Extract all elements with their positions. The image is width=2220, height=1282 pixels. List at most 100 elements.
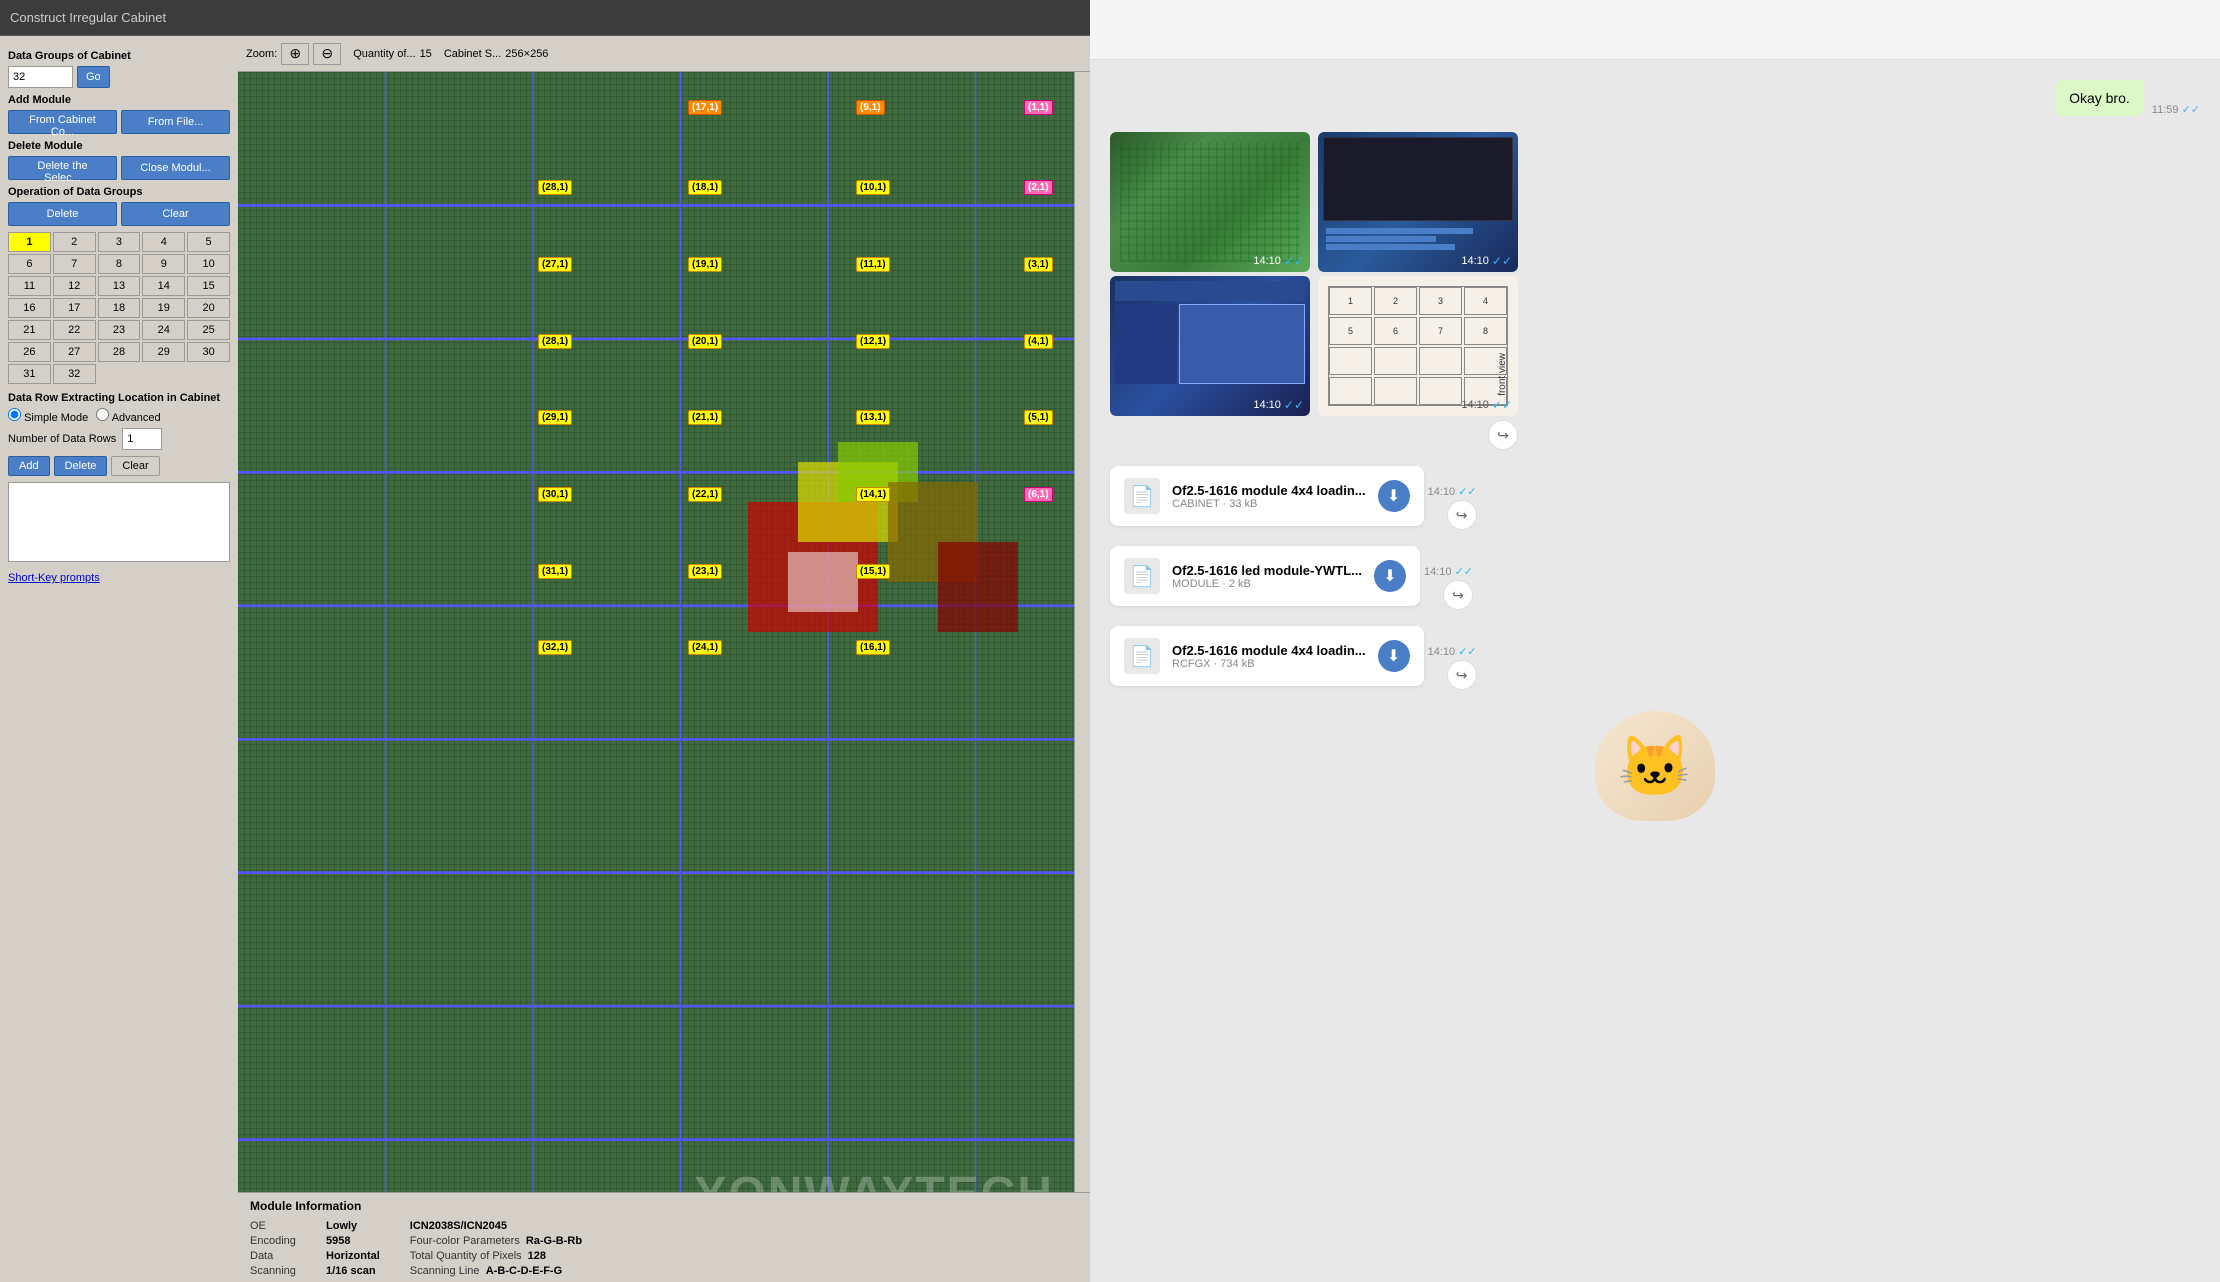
num-btn-7[interactable]: 7 xyxy=(53,254,96,274)
num-btn-31[interactable]: 31 xyxy=(8,364,51,384)
file-icon-3: 📄 xyxy=(1124,638,1160,674)
right-panel: Okay bro. 11:59 ✓✓ 14:10✓✓ xyxy=(1090,0,2220,1282)
num-btn-10[interactable]: 10 xyxy=(187,254,230,274)
data-label: Data xyxy=(250,1250,320,1262)
num-btn-19[interactable]: 19 xyxy=(142,298,185,318)
close-module-button[interactable]: Close Modul... xyxy=(121,156,230,180)
simple-mode-radio[interactable]: Simple Mode xyxy=(8,408,88,424)
forward-button-1[interactable]: ↪ xyxy=(1447,500,1477,530)
num-btn-22[interactable]: 22 xyxy=(53,320,96,340)
num-btn-3[interactable]: 3 xyxy=(98,232,141,252)
add-button[interactable]: Add xyxy=(8,456,50,476)
go-button[interactable]: Go xyxy=(77,66,110,88)
image-group: 14:10✓✓ xyxy=(1110,132,1518,450)
module-label-27-1: (27,1) xyxy=(538,257,572,272)
cat-image: 🐱 xyxy=(1595,711,1715,821)
total-pixels-value: 128 xyxy=(528,1250,546,1262)
file-name-3: Of2.5-1616 module 4x4 loadin... xyxy=(1172,643,1366,658)
num-btn-17[interactable]: 17 xyxy=(53,298,96,318)
from-file-button[interactable]: From File... xyxy=(121,110,230,134)
num-btn-23[interactable]: 23 xyxy=(98,320,141,340)
num-btn-24[interactable]: 24 xyxy=(142,320,185,340)
file-attachment-1[interactable]: 📄 Of2.5-1616 module 4x4 loadin... CABINE… xyxy=(1110,466,1424,526)
from-cabinet-button[interactable]: From Cabinet Co... xyxy=(8,110,117,134)
num-btn-18[interactable]: 18 xyxy=(98,298,141,318)
file-info-3: Of2.5-1616 module 4x4 loadin... RCFGX · … xyxy=(1172,643,1366,670)
toolbar: Zoom: ⊕ ⊖ Quantity of... 15 Cabinet S...… xyxy=(238,36,1090,72)
file-icon-2: 📄 xyxy=(1124,558,1160,594)
num-btn-12[interactable]: 12 xyxy=(53,276,96,296)
download-button-2[interactable]: ⬇ xyxy=(1374,560,1406,592)
scrollbar-vertical[interactable] xyxy=(1074,72,1090,1282)
delete-group-button[interactable]: Delete xyxy=(8,202,117,226)
clear-group-button[interactable]: Clear xyxy=(121,202,230,226)
num-data-rows-input[interactable] xyxy=(122,428,162,450)
num-btn-29[interactable]: 29 xyxy=(142,342,185,362)
file-icon-1: 📄 xyxy=(1124,478,1160,514)
file-name-2: Of2.5-1616 led module-YWTL... xyxy=(1172,563,1362,578)
clear-button[interactable]: Clear xyxy=(111,456,159,476)
num-btn-6[interactable]: 6 xyxy=(8,254,51,274)
forward-button-images[interactable]: ↪ xyxy=(1488,420,1518,450)
sent-message: Okay bro. 11:59 ✓✓ xyxy=(2055,80,2200,116)
led-canvas[interactable]: (17,1) (9,1) (1,1) (28,1) (18,1) (10,1) … xyxy=(238,72,1074,1282)
delete-button[interactable]: Delete xyxy=(54,456,108,476)
module-label-11-1: (11,1) xyxy=(856,257,890,272)
num-btn-14[interactable]: 14 xyxy=(142,276,185,296)
module-label-14-1: (14,1) xyxy=(856,487,890,502)
download-button-3[interactable]: ⬇ xyxy=(1378,640,1410,672)
zoom-out-button[interactable]: ⊖ xyxy=(313,43,341,65)
num-btn-16[interactable]: 16 xyxy=(8,298,51,318)
thumb-2[interactable]: 14:10✓✓ xyxy=(1318,132,1518,272)
module-label-30-1: (30,1) xyxy=(538,487,572,502)
module-label-24-1: (24,1) xyxy=(688,640,722,655)
module-label-22-1: (22,1) xyxy=(688,487,722,502)
quantity-label: Quantity of... xyxy=(353,48,415,60)
zoom-in-button[interactable]: ⊕ xyxy=(281,43,309,65)
oe-value: Lowly xyxy=(326,1220,357,1232)
forward-button-3[interactable]: ↪ xyxy=(1447,660,1477,690)
num-btn-13[interactable]: 13 xyxy=(98,276,141,296)
num-btn-32[interactable]: 32 xyxy=(53,364,96,384)
delete-sel-button[interactable]: Delete the Selec... xyxy=(8,156,117,180)
num-btn-25[interactable]: 25 xyxy=(187,320,230,340)
download-button-1[interactable]: ⬇ xyxy=(1378,480,1410,512)
num-btn-5[interactable]: 5 xyxy=(187,232,230,252)
num-btn-4[interactable]: 4 xyxy=(142,232,185,252)
num-btn-27[interactable]: 27 xyxy=(53,342,96,362)
file-attachment-2[interactable]: 📄 Of2.5-1616 led module-YWTL... MODULE ·… xyxy=(1110,546,1420,606)
num-btn-2[interactable]: 2 xyxy=(53,232,96,252)
text-area[interactable] xyxy=(8,482,230,562)
advanced-radio[interactable]: Advanced xyxy=(96,408,160,424)
num-btn-21[interactable]: 21 xyxy=(8,320,51,340)
num-btn-20[interactable]: 20 xyxy=(187,298,230,318)
file-attachment-3[interactable]: 📄 Of2.5-1616 module 4x4 loadin... RCFGX … xyxy=(1110,626,1424,686)
thumb-1[interactable]: 14:10✓✓ xyxy=(1110,132,1310,272)
num-btn-8[interactable]: 8 xyxy=(98,254,141,274)
thumb-3[interactable]: 14:10✓✓ xyxy=(1110,276,1310,416)
module-label-31-1: (31,1) xyxy=(538,564,572,579)
num-btn-1[interactable]: 1 xyxy=(8,232,51,252)
num-btn-30[interactable]: 30 xyxy=(187,342,230,362)
delete-module-label: Delete Module xyxy=(8,140,230,152)
num-btn-15[interactable]: 15 xyxy=(187,276,230,296)
module-label-13-1: (13,1) xyxy=(856,410,890,425)
num-btn-11[interactable]: 11 xyxy=(8,276,51,296)
module-label-28-1b: (28,1) xyxy=(538,334,572,349)
shortkey-link[interactable]: Short-Key prompts xyxy=(8,572,100,584)
num-data-rows-label: Number of Data Rows xyxy=(8,433,116,445)
num-btn-28[interactable]: 28 xyxy=(98,342,141,362)
data-value: Horizontal xyxy=(326,1250,380,1262)
module-label-32-1: (32,1) xyxy=(538,640,572,655)
simple-mode-label: Simple Mode xyxy=(24,412,88,424)
thumb-4[interactable]: 1 2 3 4 5 6 7 8 xyxy=(1318,276,1518,416)
module-label-4-1: (4,1) xyxy=(1024,334,1053,349)
data-groups-input[interactable] xyxy=(8,66,73,88)
advanced-label: Advanced xyxy=(112,412,161,424)
num-btn-9[interactable]: 9 xyxy=(142,254,185,274)
module-label-16-1: (16,1) xyxy=(856,640,890,655)
forward-button-2[interactable]: ↪ xyxy=(1443,580,1473,610)
num-btn-26[interactable]: 26 xyxy=(8,342,51,362)
extract-label: Data Row Extracting Location in Cabinet xyxy=(8,392,230,404)
chat-messages[interactable]: Okay bro. 11:59 ✓✓ 14:10✓✓ xyxy=(1090,60,2220,1282)
